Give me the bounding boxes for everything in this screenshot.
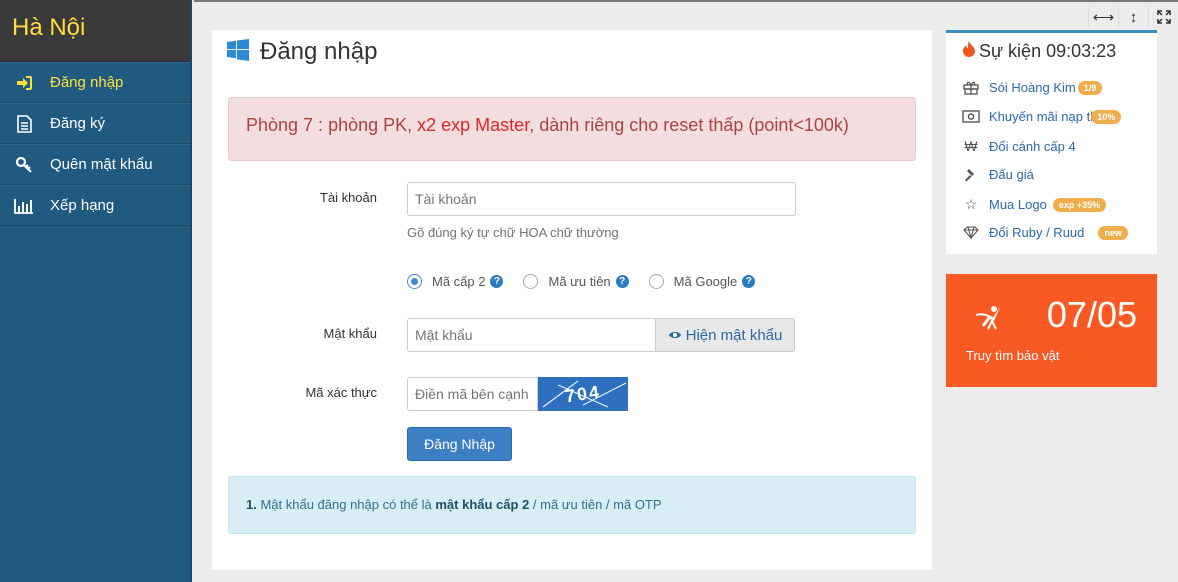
login-panel: Đăng nhập Phòng 7 : phòng PK, x2 exp Mas… xyxy=(212,30,932,570)
event-item[interactable]: Khuyến mãi nạp th 10% xyxy=(962,109,1122,124)
gift-icon xyxy=(962,80,980,95)
event-item[interactable]: Sói Hoàng Kim 1/9 xyxy=(962,80,1103,95)
event-badge: 1/9 xyxy=(1077,80,1103,95)
notice-suffix: , dành riêng cho reset thấp (point<100k) xyxy=(529,115,849,135)
windows-icon xyxy=(227,38,249,66)
info-suffix: / mã ưu tiên / mã OTP xyxy=(529,497,662,512)
login-submit-button[interactable]: Đăng Nhập xyxy=(407,427,512,461)
event-badge: new xyxy=(1098,225,1128,240)
info-notice: 1. Mật khẩu đăng nhập có thể là mật khẩu… xyxy=(228,476,916,534)
info-number: 1. xyxy=(246,497,257,512)
notice-highlight: x2 exp Master xyxy=(417,115,530,135)
event-item[interactable]: Đấu giá xyxy=(962,167,1034,182)
brand-title[interactable]: Hà Nội xyxy=(0,0,190,62)
radio-label: Mã Google xyxy=(673,274,738,289)
bar-chart-icon xyxy=(13,195,35,217)
event-label: Đổi Ruby / Ruud xyxy=(989,225,1085,240)
password-input[interactable] xyxy=(407,318,656,352)
captcha-input[interactable] xyxy=(407,377,538,411)
radio-label: Mã cấp 2 xyxy=(432,274,486,289)
event-item[interactable]: ₩ Đổi cánh cấp 4 xyxy=(962,138,1076,154)
sidebar-item-register[interactable]: Đăng ký xyxy=(0,103,190,144)
document-icon xyxy=(13,113,35,135)
captcha-image[interactable]: 704 xyxy=(538,377,628,411)
sidebar-item-label: Quên mật khẩu xyxy=(50,156,153,173)
event-badge: 10% xyxy=(1091,109,1122,124)
captcha-label: Mã xác thực xyxy=(305,385,377,400)
star-icon: ☆ xyxy=(964,196,978,212)
event-label: Đấu giá xyxy=(989,167,1034,182)
hunter-icon xyxy=(974,299,1008,338)
info-prefix: Mật khẩu đăng nhập có thể là xyxy=(256,497,436,512)
sidebar-item-label: Đăng ký xyxy=(50,115,106,132)
events-widget: Sự kiện 09:03:23 Sói Hoàng Kim 1/9 Khuyế… xyxy=(946,30,1157,254)
sign-in-icon xyxy=(13,72,35,94)
treasure-number: 07/05 xyxy=(1046,294,1137,335)
account-label: Tài khoản xyxy=(319,190,377,205)
show-password-label: Hiện mật khẩu xyxy=(685,326,783,344)
info-bold: mật khẩu cấp 2 xyxy=(435,497,530,512)
sidebar-item-label: Đăng nhập xyxy=(50,74,124,91)
events-header: Sự kiện 09:03:23 xyxy=(963,41,1116,62)
sidebar-item-forgot-password[interactable]: Quên mật khẩu xyxy=(0,144,190,185)
horizontal-resize-icon[interactable]: ⟷ xyxy=(1088,6,1118,28)
event-label: Đổi cánh cấp 4 xyxy=(989,138,1076,154)
question-icon[interactable]: ? xyxy=(742,275,756,288)
key-icon xyxy=(13,154,35,176)
top-border xyxy=(194,0,1178,2)
event-badge: exp +35% xyxy=(1052,197,1107,212)
radio-code-priority[interactable] xyxy=(523,274,539,289)
won-icon: ₩ xyxy=(964,138,978,154)
event-label: Khuyến mãi nạp th xyxy=(989,109,1098,124)
window-toolbar: ⟷ ↕ xyxy=(1088,6,1178,28)
panel-header: Đăng nhập xyxy=(227,38,377,66)
question-icon[interactable]: ? xyxy=(490,275,504,288)
radio-code-google[interactable] xyxy=(648,274,664,289)
vertical-resize-icon[interactable]: ↕ xyxy=(1118,6,1148,28)
eye-icon xyxy=(668,327,682,344)
event-label: Sói Hoàng Kim xyxy=(989,80,1076,95)
event-label: Mua Logo xyxy=(989,197,1047,212)
radio-label: Mã ưu tiên xyxy=(548,274,611,289)
sidebar-item-ranking[interactable]: Xếp hạng xyxy=(0,185,190,226)
account-help: Gõ đúng ký tự chữ HOA chữ thường xyxy=(407,225,619,240)
password-label: Mật khẩu xyxy=(323,326,377,341)
event-item[interactable]: ☆ Mua Logo exp +35% xyxy=(962,196,1107,213)
question-icon[interactable]: ? xyxy=(615,275,629,288)
code-type-group: Mã cấp 2 ? Mã ưu tiên ? Mã Google ? xyxy=(407,274,775,289)
sidebar-item-label: Xếp hạng xyxy=(50,197,115,214)
sidebar-item-login[interactable]: Đăng nhập xyxy=(0,62,190,103)
diamond-icon xyxy=(962,226,980,239)
captcha-text: 704 xyxy=(563,381,603,406)
fullscreen-icon[interactable] xyxy=(1148,6,1178,28)
treasure-label: Truy tìm bảo vật xyxy=(966,348,1060,363)
events-title: Sự kiện 09:03:23 xyxy=(979,41,1117,61)
treasure-hunt-widget[interactable]: 07/05 Truy tìm bảo vật xyxy=(946,274,1157,387)
show-password-button[interactable]: Hiện mật khẩu xyxy=(655,318,795,352)
page-title: Đăng nhập xyxy=(260,38,378,65)
event-item[interactable]: Đổi Ruby / Ruud new xyxy=(962,225,1128,240)
radio-code-level2[interactable] xyxy=(407,274,422,289)
money-icon xyxy=(962,110,980,123)
account-input[interactable] xyxy=(407,182,796,216)
gavel-icon xyxy=(962,168,980,182)
room-notice: Phòng 7 : phòng PK, x2 exp Master, dành … xyxy=(228,97,916,161)
fire-icon xyxy=(963,41,975,62)
notice-prefix: Phòng 7 : phòng PK, xyxy=(246,115,418,135)
sidebar: Hà Nội Đăng nhập Đăng ký Quên mật khẩu X… xyxy=(0,0,192,582)
